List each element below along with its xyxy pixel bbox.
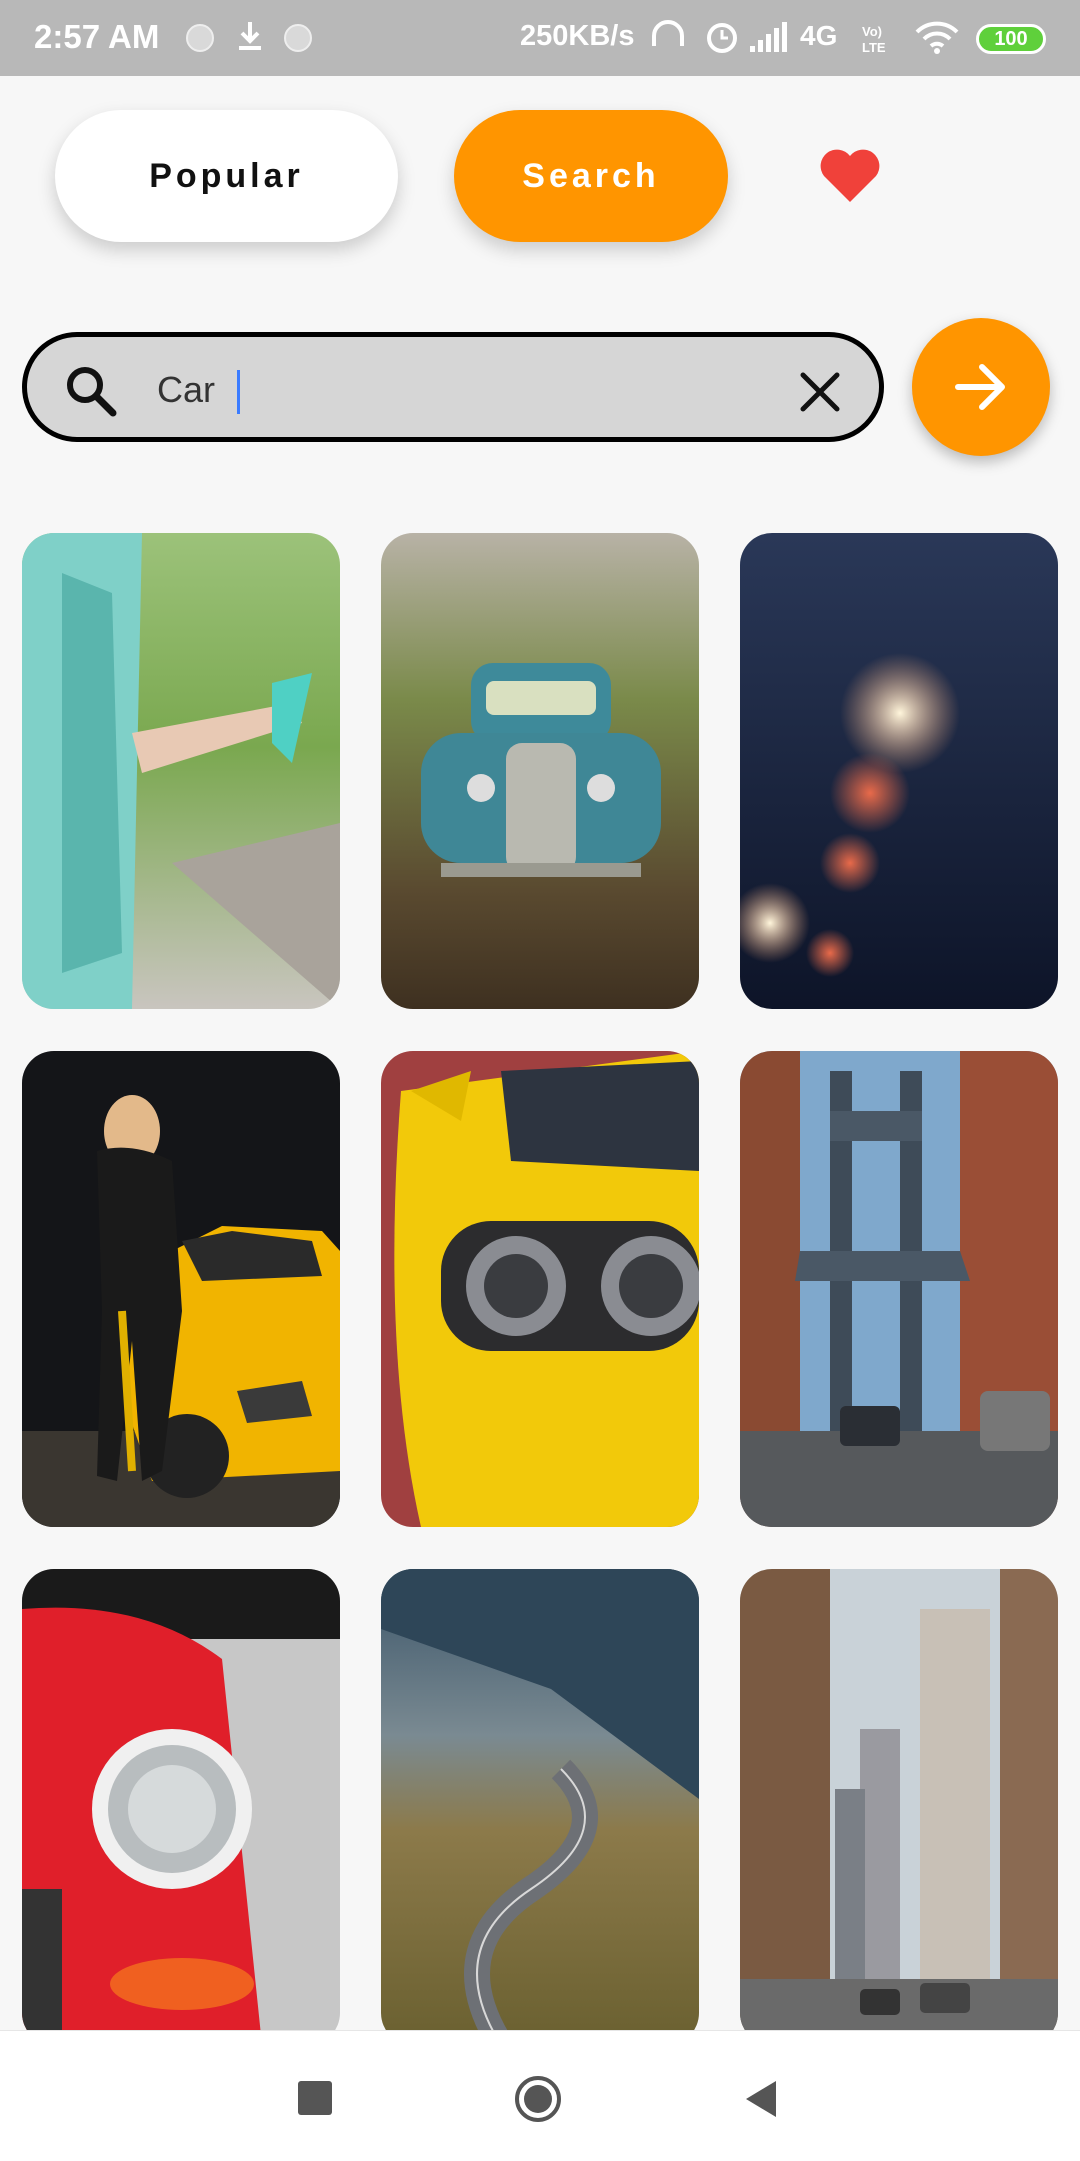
notification-dot-icon	[284, 24, 312, 52]
image-tile-vintage-truck[interactable]	[381, 533, 699, 1009]
tab-search[interactable]: Search	[454, 110, 728, 242]
svg-text:LTE: LTE	[862, 40, 886, 55]
arrow-right-icon	[955, 364, 1005, 410]
heart-icon[interactable]	[818, 146, 882, 206]
notification-dot-icon	[186, 24, 214, 52]
svg-text:Vo): Vo)	[862, 24, 882, 39]
search-input[interactable]	[155, 359, 799, 421]
image-tile-bridge-street[interactable]	[740, 1051, 1058, 1527]
download-icon	[239, 22, 261, 50]
tab-popular[interactable]: Popular	[55, 110, 398, 242]
image-tile-red-classic-car[interactable]	[22, 1569, 340, 2045]
headphones-icon	[652, 20, 684, 46]
image-tile-rain-bokeh[interactable]	[740, 533, 1058, 1009]
status-icons	[652, 20, 787, 53]
image-tile-yellow-sports-car[interactable]	[22, 1051, 340, 1527]
close-icon[interactable]	[797, 369, 843, 415]
image-tile-city-skyscrapers[interactable]	[740, 1569, 1058, 2045]
wifi-icon	[915, 21, 959, 54]
image-tile-car-door-legs[interactable]	[22, 533, 340, 1009]
signal-icon	[750, 22, 787, 52]
status-bar: 2:57 AM 250KB/s 4G Vo) LTE 100	[0, 0, 1080, 76]
image-tile-winding-road[interactable]	[381, 1569, 699, 2045]
back-icon[interactable]	[742, 2079, 778, 2119]
search-icon	[67, 367, 117, 417]
network-type: 4G	[800, 20, 838, 51]
home-icon[interactable]	[514, 2075, 562, 2123]
search-submit-button[interactable]	[912, 318, 1050, 456]
search-bar	[22, 332, 884, 442]
recent-apps-icon[interactable]	[298, 2081, 332, 2115]
network-speed: 250KB/s	[520, 20, 635, 52]
text-cursor	[237, 370, 240, 414]
system-nav-bar	[0, 2030, 1080, 2161]
status-time: 2:57 AM	[34, 18, 160, 55]
volte-icon: Vo) LTE	[862, 24, 886, 55]
battery-icon: 100	[976, 24, 1046, 54]
image-tile-yellow-headlights[interactable]	[381, 1051, 699, 1527]
